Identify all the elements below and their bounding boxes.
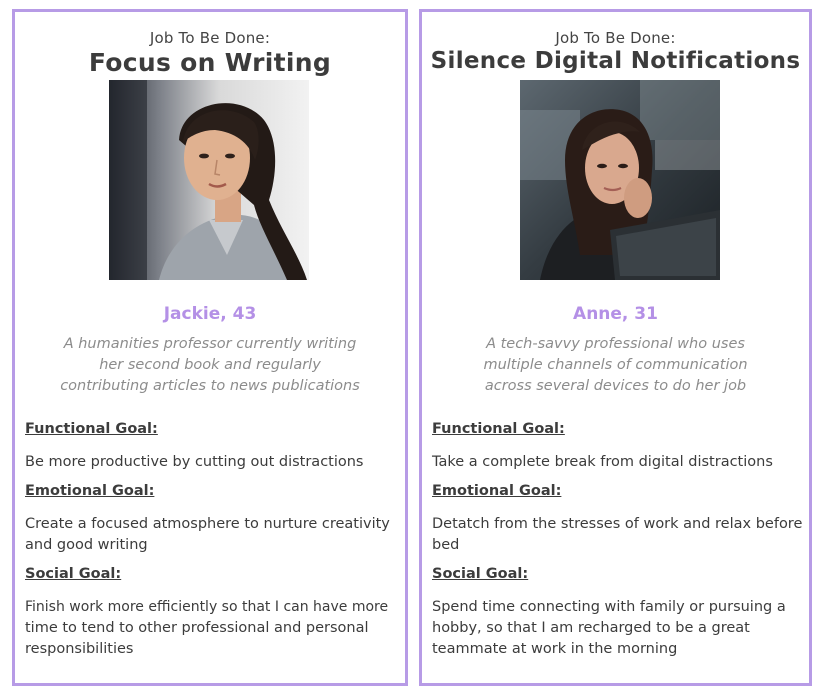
social-goal-text: Finish work more efficiently so that I c… — [25, 597, 399, 660]
persona-name: Anne, 31 — [573, 304, 658, 324]
description-line: A tech-savvy professional who uses — [486, 336, 745, 352]
persona-card-jackie: Job To Be Done: Focus on Writing Jackie,… — [12, 9, 408, 686]
functional-goal-text: Take a complete break from digital distr… — [432, 452, 803, 473]
functional-goal-text: Be more productive by cutting out distra… — [25, 452, 399, 473]
job-label: Job To Be Done: — [555, 29, 676, 47]
persona-card-anne: Job To Be Done: Silence Digital Notifica… — [419, 9, 812, 686]
emotional-goal-text: Create a focused atmosphere to nurture c… — [25, 514, 399, 556]
goal-line: Spend time connecting with family or pur… — [432, 599, 786, 615]
job-title: Silence Digital Notifications — [430, 48, 801, 74]
social-goal-heading: Social Goal: — [25, 566, 122, 582]
persona-description: A humanities professor currently writing… — [15, 334, 405, 397]
goal-line: hobby, so that I am recharged to be a gr… — [432, 620, 750, 636]
goal-line: and good writing — [25, 537, 148, 553]
social-goal-heading: Social Goal: — [432, 566, 529, 582]
goal-line: Detatch from the stresses of work and re… — [432, 516, 803, 532]
goal-line: teammate at work in the morning — [432, 641, 678, 657]
goal-line: Take a complete break from digital distr… — [432, 454, 773, 470]
emotional-goal-heading: Emotional Goal: — [25, 483, 155, 499]
description-line: contributing articles to news publicatio… — [60, 378, 360, 394]
functional-goal-heading: Functional Goal: — [25, 421, 158, 437]
social-goal-text: Spend time connecting with family or pur… — [432, 597, 803, 660]
goal-line: bed — [432, 537, 460, 553]
description-line: her second book and regularly — [99, 357, 321, 373]
goal-line: Be more productive by cutting out distra… — [25, 454, 364, 470]
persona-name: Jackie, 43 — [163, 304, 257, 324]
goal-line: responsibilities — [25, 641, 134, 657]
goal-line: time to tend to other professional and p… — [25, 620, 369, 636]
persona-description: A tech-savvy professional who uses multi… — [422, 334, 809, 397]
job-title: Focus on Writing — [88, 48, 332, 77]
functional-goal-heading: Functional Goal: — [432, 421, 565, 437]
description-line: multiple channels of communication — [483, 357, 748, 373]
goal-line: Finish work more efficiently so that I c… — [25, 599, 389, 615]
persona-photo — [109, 80, 309, 280]
goal-line: Create a focused atmosphere to nurture c… — [25, 516, 390, 532]
job-label: Job To Be Done: — [149, 29, 271, 47]
description-line: A humanities professor currently writing — [63, 336, 357, 352]
description-line: across several devices to do her job — [484, 378, 747, 394]
emotional-goal-text: Detatch from the stresses of work and re… — [432, 514, 803, 556]
persona-photo — [520, 80, 720, 280]
emotional-goal-heading: Emotional Goal: — [432, 483, 562, 499]
